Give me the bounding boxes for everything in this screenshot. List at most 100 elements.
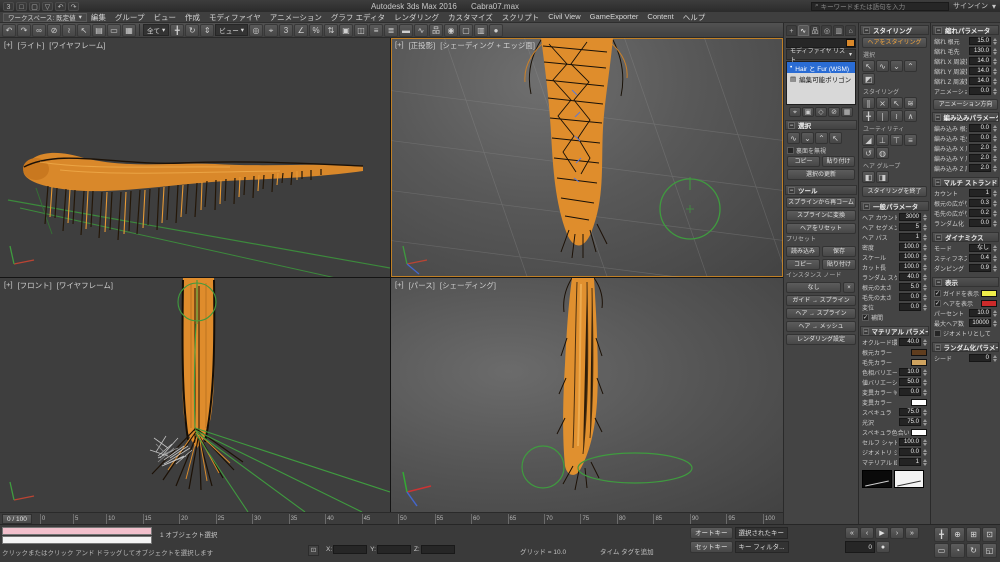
spinner-arrows[interactable] bbox=[993, 245, 997, 252]
tool-button[interactable]: ガイド → スプライン bbox=[786, 295, 856, 306]
select-roots-icon[interactable]: ⌄ bbox=[801, 132, 814, 144]
select-hairs-icon[interactable]: ↖ bbox=[862, 60, 875, 72]
menu-item[interactable]: Civil View bbox=[548, 12, 580, 23]
param-value-field[interactable]: 40.0 bbox=[899, 338, 921, 346]
menu-item[interactable]: Content bbox=[647, 12, 673, 23]
maxscript-mini-listener[interactable] bbox=[2, 527, 152, 535]
percent-snap-icon[interactable]: % bbox=[309, 24, 323, 37]
reference-coordinate-dropdown[interactable]: ビュー▾ bbox=[215, 24, 248, 36]
viewport-menu-button[interactable]: [+] bbox=[4, 280, 13, 291]
viewport-canvas-top-right[interactable] bbox=[391, 38, 783, 277]
param-row[interactable]: アニメーション 0.0 bbox=[932, 86, 999, 96]
param-row[interactable]: 変異カラー % 0.0 bbox=[860, 387, 929, 397]
spinner-arrows[interactable] bbox=[923, 244, 927, 251]
viewport-bottom-left[interactable]: [+] [フロント] [ワイヤフレーム] bbox=[0, 278, 390, 512]
tool-button[interactable]: レンダリング設定 bbox=[786, 334, 856, 345]
sign-in-button[interactable]: サインイン bbox=[953, 1, 988, 11]
modifier-visibility-icon[interactable]: • bbox=[790, 64, 792, 71]
tool-button[interactable]: なし bbox=[786, 282, 841, 293]
toggle-collisions-icon[interactable]: ◍ bbox=[876, 147, 889, 159]
menu-item[interactable]: レンダリング bbox=[394, 12, 439, 23]
menu-item[interactable]: グループ bbox=[115, 12, 145, 23]
spinner-arrows[interactable] bbox=[923, 409, 927, 416]
angle-snap-icon[interactable]: ∠ bbox=[294, 24, 308, 37]
modify-tab[interactable]: ∿ bbox=[798, 25, 809, 36]
param-row[interactable]: オクルード環境 40.0 bbox=[860, 337, 929, 347]
remove-modifier-icon[interactable]: ⊘ bbox=[828, 107, 840, 117]
style-hair-button[interactable]: ヘアをスタイリング bbox=[862, 37, 927, 48]
spinner-arrows[interactable] bbox=[993, 38, 997, 45]
param-value-field[interactable]: 75.0 bbox=[899, 408, 921, 416]
spinner-arrows[interactable] bbox=[993, 220, 997, 227]
param-row[interactable]: 縮れ Z 周波数 14.0 bbox=[932, 76, 999, 86]
spinner-arrows[interactable] bbox=[923, 449, 927, 456]
param-value-field[interactable]: 0.0 bbox=[899, 448, 921, 456]
rollout-header[interactable]: − マルチ ストランド bbox=[932, 177, 999, 187]
spinner-arrows[interactable] bbox=[923, 264, 927, 271]
unlink-selection-icon[interactable]: ⊘ bbox=[47, 24, 61, 37]
checkbox[interactable] bbox=[934, 330, 941, 337]
glossiness-curve-preview[interactable] bbox=[894, 470, 924, 488]
spinner-arrows[interactable] bbox=[993, 78, 997, 85]
param-row[interactable]: 根元カラー bbox=[860, 347, 929, 357]
key-filters-button[interactable]: キー フィルタ... bbox=[735, 541, 789, 553]
update-selection-button[interactable]: 選択の更新 bbox=[787, 169, 855, 180]
param-row[interactable]: 変異カラー bbox=[860, 397, 929, 407]
search-input[interactable]: ⌕ キーワードまたは語句を入力 bbox=[811, 2, 949, 11]
material-editor-icon[interactable]: ◉ bbox=[444, 24, 458, 37]
rollout-header[interactable]: − スタイリング bbox=[860, 25, 929, 35]
param-value-field[interactable]: 0.0 bbox=[899, 303, 921, 311]
modifier-visibility-icon[interactable]: ▤ bbox=[790, 75, 796, 83]
redo-quick-icon[interactable]: ↷ bbox=[68, 2, 79, 11]
make-unique-icon[interactable]: ◇ bbox=[815, 107, 827, 117]
viewport-pov-label[interactable]: [ライト] bbox=[18, 40, 45, 51]
param-row[interactable]: 縮れ 根元 15.0 bbox=[932, 36, 999, 46]
viewport-shading-label[interactable]: [ワイヤフレーム] bbox=[57, 280, 113, 291]
coordinate-field[interactable] bbox=[421, 545, 455, 554]
select-guides-icon[interactable]: ∿ bbox=[876, 60, 889, 72]
puff-roots-icon[interactable]: ≀ bbox=[890, 110, 903, 122]
selection-filter-dropdown[interactable]: 全て▾ bbox=[143, 24, 169, 36]
param-value-field[interactable]: 1 bbox=[899, 458, 921, 466]
viewport-pov-label[interactable]: [フロント] bbox=[18, 280, 52, 291]
tool-button[interactable]: ヘア → メッシュ bbox=[786, 321, 856, 332]
spinner-arrows[interactable] bbox=[993, 135, 997, 142]
param-value-field[interactable]: 100.0 bbox=[899, 253, 921, 261]
param-row[interactable]: 値バリエーション 50.0 bbox=[860, 377, 929, 387]
display-tab[interactable]: ▥ bbox=[833, 25, 844, 36]
finish-styling-button[interactable]: スタイリングを終了 bbox=[862, 186, 927, 197]
select-and-scale-icon[interactable]: ⇕ bbox=[200, 24, 214, 37]
param-row[interactable]: マテリアル ID 1 bbox=[860, 457, 929, 467]
param-value-field[interactable]: 2.0 bbox=[969, 164, 991, 172]
recomb-icon[interactable]: ≡ bbox=[904, 134, 917, 146]
auto-key-button[interactable]: オートキー bbox=[690, 527, 733, 539]
param-value-field[interactable]: 40.0 bbox=[899, 273, 921, 281]
play-icon[interactable]: ▶ bbox=[875, 527, 889, 539]
color-swatch[interactable] bbox=[981, 300, 997, 307]
color-swatch[interactable] bbox=[911, 359, 927, 366]
viewport-shading-label[interactable]: [ワイヤフレーム] bbox=[49, 40, 105, 51]
param-row[interactable]: モード なし bbox=[932, 243, 999, 253]
translate-mode-icon[interactable]: ╋ bbox=[862, 110, 875, 122]
viewport-menu-button[interactable]: [+] bbox=[395, 40, 404, 51]
param-row[interactable]: カット長 100.0 bbox=[860, 262, 929, 272]
menu-item[interactable]: 作成 bbox=[185, 12, 200, 23]
param-value-field[interactable]: 2.0 bbox=[969, 144, 991, 152]
viewport-top-left[interactable]: [+] [ライト] [ワイヤフレーム] bbox=[0, 38, 390, 277]
rollout-header[interactable]: − 一般パラメータ bbox=[860, 201, 929, 211]
selected-keys-dropdown[interactable]: 選択されたキー bbox=[735, 527, 789, 539]
orbit-icon[interactable]: ↻ bbox=[966, 543, 981, 558]
tool-button[interactable]: スプラインから再コーム bbox=[786, 197, 856, 208]
param-row[interactable]: 毛先の広がり 0.2 bbox=[932, 208, 999, 218]
spinner-arrows[interactable] bbox=[923, 284, 927, 291]
invert-selection-icon[interactable]: ◩ bbox=[862, 73, 875, 85]
menu-item[interactable]: 編集 bbox=[91, 12, 106, 23]
menu-item[interactable]: ヘルプ bbox=[683, 12, 706, 23]
param-value-field[interactable]: なし bbox=[969, 244, 991, 252]
render-setup-icon[interactable]: ▢ bbox=[459, 24, 473, 37]
select-and-rotate-icon[interactable]: ↻ bbox=[185, 24, 199, 37]
param-row[interactable]: 変位 0.0 bbox=[860, 302, 929, 312]
viewport-top-right[interactable]: [+] [正投影] [シェーディング + エッジ面] bbox=[391, 38, 783, 277]
param-value-field[interactable]: 14.0 bbox=[969, 57, 991, 65]
color-swatch[interactable] bbox=[911, 429, 927, 436]
